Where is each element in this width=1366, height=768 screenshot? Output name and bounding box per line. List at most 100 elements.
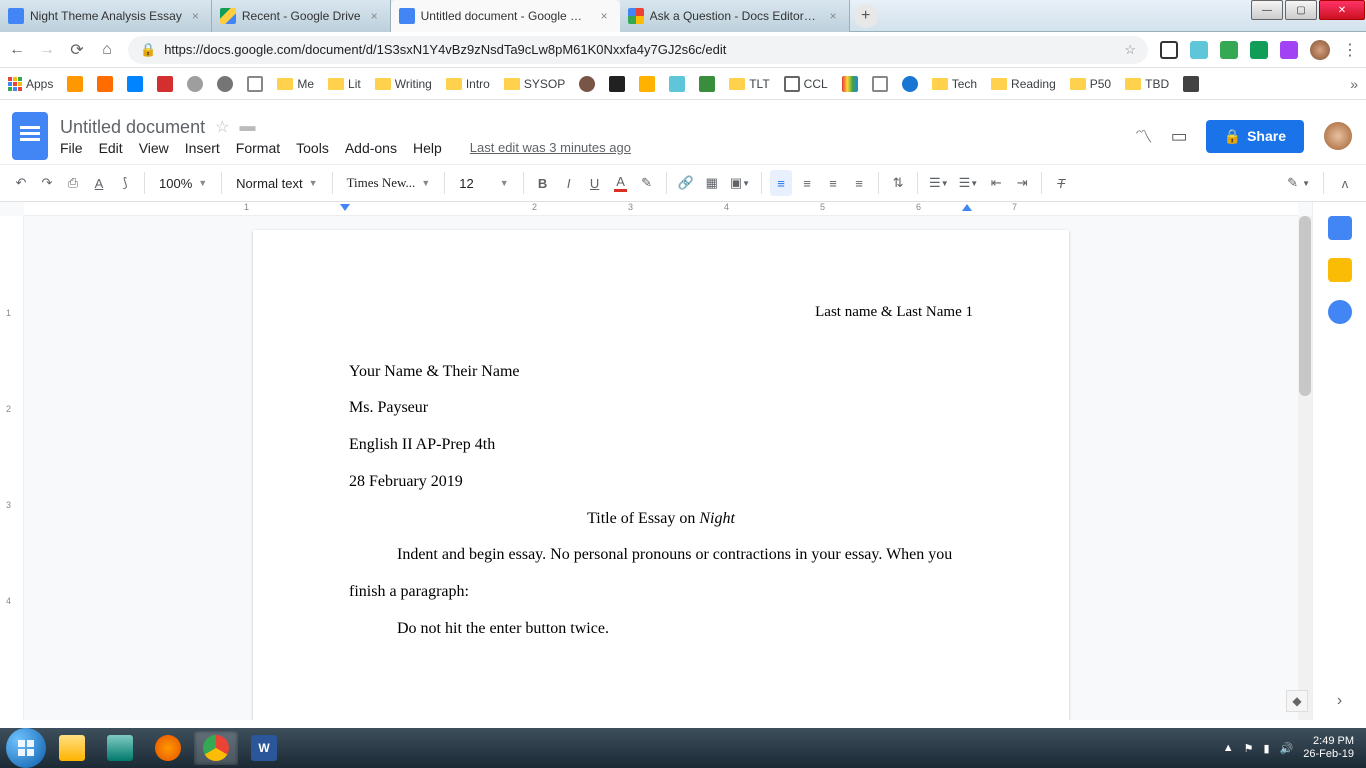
tray-clock[interactable]: 2:49 PM 26-Feb-19 [1303,735,1354,761]
taskbar-app-calculator[interactable] [98,731,142,765]
bookmark-icon[interactable] [609,76,625,92]
extension-icon[interactable] [1280,41,1298,59]
decrease-indent-button[interactable]: ⇤ [985,170,1007,196]
move-folder-icon[interactable]: ▬ [239,118,255,136]
taskbar-app-word[interactable]: W [242,731,286,765]
menu-tools[interactable]: Tools [296,140,329,156]
bookmark-icon[interactable] [639,76,655,92]
body-line[interactable]: English II AP-Prep 4th [349,427,973,464]
bookmark-icon[interactable] [902,76,918,92]
style-select[interactable]: Normal text▼ [230,170,323,196]
browser-tab-3[interactable]: Ask a Question - Docs Editors He × [620,0,850,32]
zoom-select[interactable]: 100%▼ [153,170,213,196]
font-size-select[interactable]: 12▼ [453,170,514,196]
share-button[interactable]: 🔒 Share [1206,120,1304,153]
taskbar-app-chrome[interactable] [194,731,238,765]
chrome-menu-icon[interactable]: ⋮ [1342,40,1358,60]
indent-marker[interactable] [340,204,350,211]
extension-icon[interactable] [1160,41,1178,59]
back-button[interactable]: ← [8,41,26,59]
tray-up-icon[interactable]: ▲ [1223,742,1234,754]
account-avatar[interactable] [1322,120,1354,152]
close-window-button[interactable]: ✕ [1319,0,1365,20]
close-icon[interactable]: × [826,9,841,23]
print-button[interactable]: ⎙ [62,170,84,196]
font-select[interactable]: Times New...▼ [341,170,437,196]
line-spacing-button[interactable]: ⇅ [887,170,909,196]
bookmark-folder[interactable]: Tech [932,77,977,91]
bookmark-icon[interactable] [699,76,715,92]
bookmark-folder[interactable]: Lit [328,77,361,91]
bookmark-icon[interactable] [187,76,203,92]
calendar-icon[interactable] [1328,216,1352,240]
side-panel-expand-icon[interactable]: › [1337,692,1342,710]
text-color-button[interactable]: A [610,170,632,196]
taskbar-app-explorer[interactable] [50,731,94,765]
docs-logo[interactable] [12,112,48,160]
spellcheck-button[interactable]: A [88,170,110,196]
extension-icon[interactable] [1190,41,1208,59]
undo-button[interactable]: ↶ [10,170,32,196]
browser-tab-2[interactable]: Untitled document - Google Doc × [391,0,620,32]
overflow-icon[interactable]: » [1350,76,1358,92]
new-tab-button[interactable]: + [854,4,878,28]
indent-marker-end[interactable] [962,204,972,211]
italic-button[interactable]: I [558,170,580,196]
extension-icon[interactable] [1250,41,1268,59]
menu-format[interactable]: Format [236,140,280,156]
align-left-button[interactable]: ≡ [770,170,792,196]
link-button[interactable]: 🔗 [675,170,697,196]
bookmark-icon[interactable] [247,76,263,92]
align-justify-button[interactable]: ≡ [848,170,870,196]
tasks-icon[interactable] [1328,300,1352,324]
keep-icon[interactable] [1328,258,1352,282]
body-line[interactable]: Your Name & Their Name [349,354,973,391]
scrollbar-thumb[interactable] [1299,216,1311,396]
align-right-button[interactable]: ≡ [822,170,844,196]
clear-format-button[interactable]: T [1050,170,1072,196]
maximize-button[interactable]: ▢ [1285,0,1317,20]
last-edit-link[interactable]: Last edit was 3 minutes ago [470,140,631,156]
collapse-toolbar-button[interactable]: ʌ [1334,170,1356,196]
reload-button[interactable]: ⟳ [68,41,86,59]
align-center-button[interactable]: ≡ [796,170,818,196]
numbered-list-button[interactable]: ☰▼ [926,170,952,196]
bookmark-folder[interactable]: SYSOP [504,77,565,91]
star-icon[interactable]: ☆ [215,117,229,137]
essay-title[interactable]: Title of Essay on Night [349,501,973,538]
menu-help[interactable]: Help [413,140,442,156]
minimize-button[interactable]: — [1251,0,1283,20]
bookmark-folder[interactable]: Me [277,77,314,91]
body-paragraph[interactable]: Indent and begin essay. No personal pron… [349,537,973,611]
menu-view[interactable]: View [139,140,169,156]
comments-icon[interactable]: ▭ [1171,126,1188,147]
bookmark-folder[interactable]: TBD [1125,77,1169,91]
redo-button[interactable]: ↷ [36,170,58,196]
explore-button[interactable]: ◆ [1286,690,1308,712]
bookmark-folder[interactable]: TLT [729,77,769,91]
bookmark-folder[interactable]: Intro [446,77,490,91]
home-button[interactable]: ⌂ [98,41,116,59]
document-title[interactable]: Untitled document [60,117,205,138]
bookmark-icon[interactable] [842,76,858,92]
paint-format-button[interactable]: ⟆ [114,170,136,196]
star-icon[interactable]: ☆ [1124,42,1136,58]
comment-button[interactable]: ▦ [701,170,723,196]
bold-button[interactable]: B [532,170,554,196]
page-header[interactable]: Last name & Last Name 1 [349,295,973,330]
browser-tab-1[interactable]: Recent - Google Drive × [212,0,391,32]
vertical-scrollbar[interactable] [1298,216,1312,720]
extension-icon[interactable] [1220,41,1238,59]
close-icon[interactable]: × [597,9,612,23]
body-paragraph[interactable]: Do not hit the enter button twice. [349,611,973,648]
bookmark-folder[interactable]: P50 [1070,77,1111,91]
increase-indent-button[interactable]: ⇥ [1011,170,1033,196]
tray-volume-icon[interactable]: 🔊 [1280,742,1294,755]
body-line[interactable]: Ms. Payseur [349,390,973,427]
document-page[interactable]: Last name & Last Name 1 Your Name & Thei… [253,230,1069,720]
body-line[interactable]: 28 February 2019 [349,464,973,501]
bookmark-icon[interactable] [97,76,113,92]
bookmark-folder[interactable]: Writing [375,77,432,91]
browser-tab-0[interactable]: Night Theme Analysis Essay × [0,0,212,32]
tray-flag-icon[interactable]: ⚑ [1244,742,1254,755]
